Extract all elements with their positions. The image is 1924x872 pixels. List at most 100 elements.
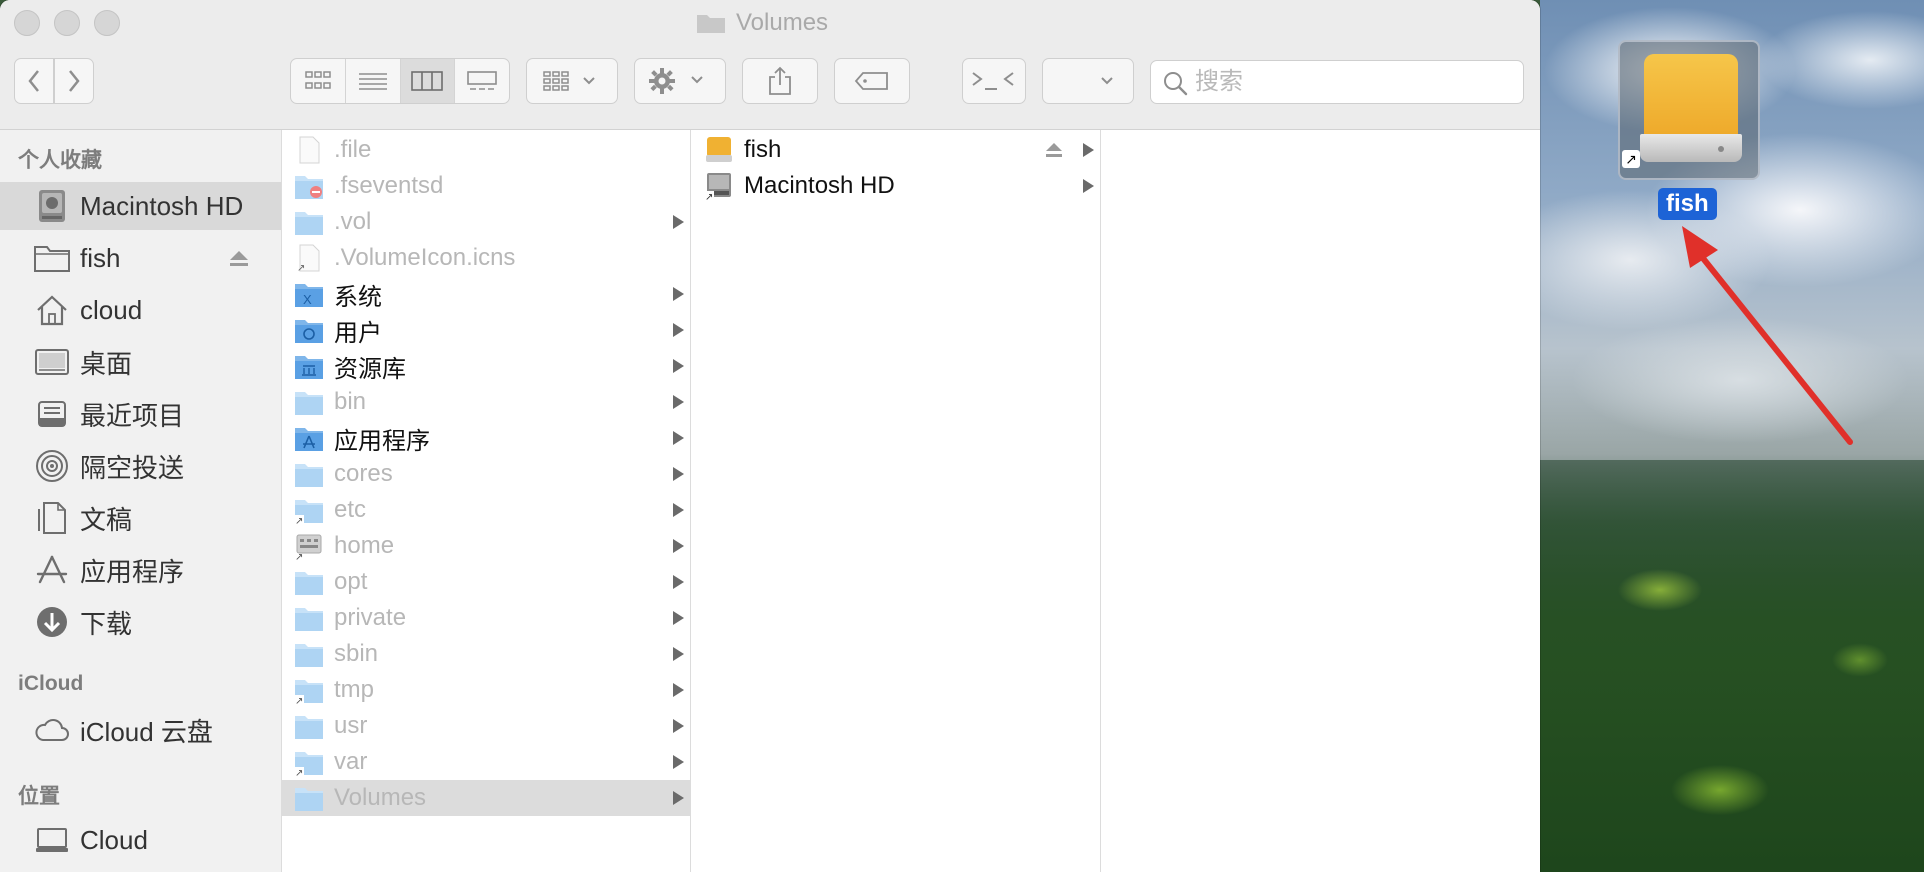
hard-drive-icon [34, 188, 70, 224]
disclosure-arrow-icon [673, 683, 684, 697]
list-item[interactable]: Volumes [282, 780, 690, 816]
item-label: sbin [334, 640, 379, 667]
applications-folder-icon [294, 424, 324, 452]
list-view-button[interactable] [346, 59, 401, 103]
list-item[interactable]: .fseventsd [282, 168, 690, 204]
sidebar-item-documents[interactable]: 文稿 [0, 494, 281, 542]
list-item[interactable]: opt [282, 564, 690, 600]
close-button[interactable] [14, 10, 40, 36]
tag-icon [854, 72, 888, 90]
home-icon [34, 292, 70, 328]
minimize-button[interactable] [54, 10, 80, 36]
list-item[interactable]: 应用程序 [282, 420, 690, 456]
action-menu-button[interactable] [634, 58, 726, 104]
sidebar: 个人收藏 Macintosh HD fish cloud 桌面 最近项目 隔空投… [0, 130, 282, 872]
eject-icon[interactable] [228, 247, 250, 269]
columns-icon [411, 71, 444, 91]
sidebar-item-downloads[interactable]: 下载 [0, 598, 281, 646]
svg-text:X: X [303, 292, 312, 307]
window-title-text: Volumes [736, 9, 829, 36]
list-item[interactable]: bin [282, 384, 690, 420]
hard-drive-alias-icon: ↗ [704, 172, 734, 203]
sidebar-item-desktop[interactable]: 桌面 [0, 338, 281, 386]
zoom-button[interactable] [94, 10, 120, 36]
disclosure-arrow-icon [1083, 143, 1094, 157]
icon-view-button[interactable] [291, 59, 346, 103]
item-label: fish [744, 136, 782, 163]
list-item[interactable]: 资源库 [282, 348, 690, 384]
airdrop-icon [34, 448, 70, 484]
list-item[interactable]: sbin [282, 636, 690, 672]
list-item[interactable]: X 系统 [282, 276, 690, 312]
list-item[interactable]: cores [282, 456, 690, 492]
item-label: .fseventsd [334, 172, 444, 199]
alias-folder-icon: ↗ [294, 496, 324, 527]
list-item[interactable]: 用户 [282, 312, 690, 348]
column-view-button[interactable] [400, 59, 456, 103]
list-item[interactable]: usr [282, 708, 690, 744]
sidebar-item-icloud-drive[interactable]: iCloud 云盘 [0, 706, 281, 754]
item-label: .VolumeIcon.icns [334, 244, 516, 271]
eject-icon[interactable] [1044, 141, 1064, 159]
disclosure-arrow-icon [673, 431, 684, 445]
disclosure-arrow-icon [673, 287, 684, 301]
search-input[interactable] [1195, 65, 1515, 99]
folder-icon [294, 460, 324, 488]
sidebar-item-macintosh-hd[interactable]: Macintosh HD [0, 182, 281, 230]
disclosure-arrow-icon [673, 467, 684, 481]
list-item[interactable]: .vol [282, 204, 690, 240]
gallery-view-button[interactable] [455, 59, 509, 103]
folder-icon [294, 604, 324, 632]
section-locations: 位置 [18, 785, 60, 808]
disclosure-arrow-icon [1083, 179, 1094, 193]
item-label: etc [334, 496, 367, 523]
sidebar-item-cloud[interactable]: cloud [0, 286, 281, 334]
list-item[interactable]: private [282, 600, 690, 636]
finder-window: Volumes 搜索 个人收藏 Macintosh HD fish cloud … [0, 0, 1540, 872]
disclosure-arrow-icon [673, 395, 684, 409]
back-button[interactable] [14, 58, 54, 104]
item-label: private [334, 604, 407, 631]
gear-icon [649, 68, 703, 94]
disclosure-arrow-icon [673, 791, 684, 805]
sidebar-item-airdrop[interactable]: 隔空投送 [0, 442, 281, 490]
terminal-icon [972, 72, 1014, 90]
desktop-icon-label[interactable]: fish [1658, 188, 1717, 220]
sidebar-item-cloud-computer[interactable]: Cloud [0, 816, 281, 864]
desktop-icon [34, 344, 70, 380]
item-label: var [334, 748, 368, 775]
list-item[interactable]: .file [282, 132, 690, 168]
alias-file-icon: ↗ [294, 244, 324, 274]
list-item[interactable]: ↗ tmp [282, 672, 690, 708]
sidebar-item-recents[interactable]: 最近项目 [0, 390, 281, 438]
restricted-folder-icon [294, 172, 324, 200]
list-item[interactable]: ↗ Macintosh HD [692, 168, 1100, 204]
forward-button[interactable] [54, 58, 94, 104]
sidebar-item-fish[interactable]: fish [0, 234, 281, 282]
svg-text:↗: ↗ [295, 768, 303, 776]
browser-column-root: .file .fseventsd .vol ↗ .VolumeIcon.icns X 系统用… [282, 130, 691, 872]
group-by-dropdown[interactable] [526, 58, 618, 104]
section-favorites: 个人收藏 [18, 149, 102, 172]
tags-button[interactable] [834, 58, 910, 104]
list-item[interactable]: fish [692, 132, 1100, 168]
terminal-button[interactable] [962, 58, 1026, 104]
item-label: usr [334, 712, 368, 739]
applications-icon [34, 552, 70, 588]
desktop-fish-drive-icon[interactable]: ↗ [1618, 40, 1760, 180]
folder-icon [294, 712, 324, 740]
list-item[interactable]: ↗ etc [282, 492, 690, 528]
list-item[interactable]: ↗ var [282, 744, 690, 780]
list-item[interactable]: ↗ .VolumeIcon.icns [282, 240, 690, 276]
list-item[interactable]: ↗ home [282, 528, 690, 564]
sidebar-item-label: 隔空投送 [80, 452, 185, 483]
folder-icon [294, 388, 324, 416]
sidebar-item-applications[interactable]: 应用程序 [0, 546, 281, 594]
chevron-down-icon [1101, 77, 1113, 85]
share-button[interactable] [742, 58, 818, 104]
search-field[interactable] [1150, 60, 1524, 104]
recents-icon [34, 396, 70, 432]
external-drive-icon [1640, 54, 1742, 166]
sidebar-item-label: cloud [80, 294, 143, 325]
path-dropdown[interactable] [1042, 58, 1134, 104]
